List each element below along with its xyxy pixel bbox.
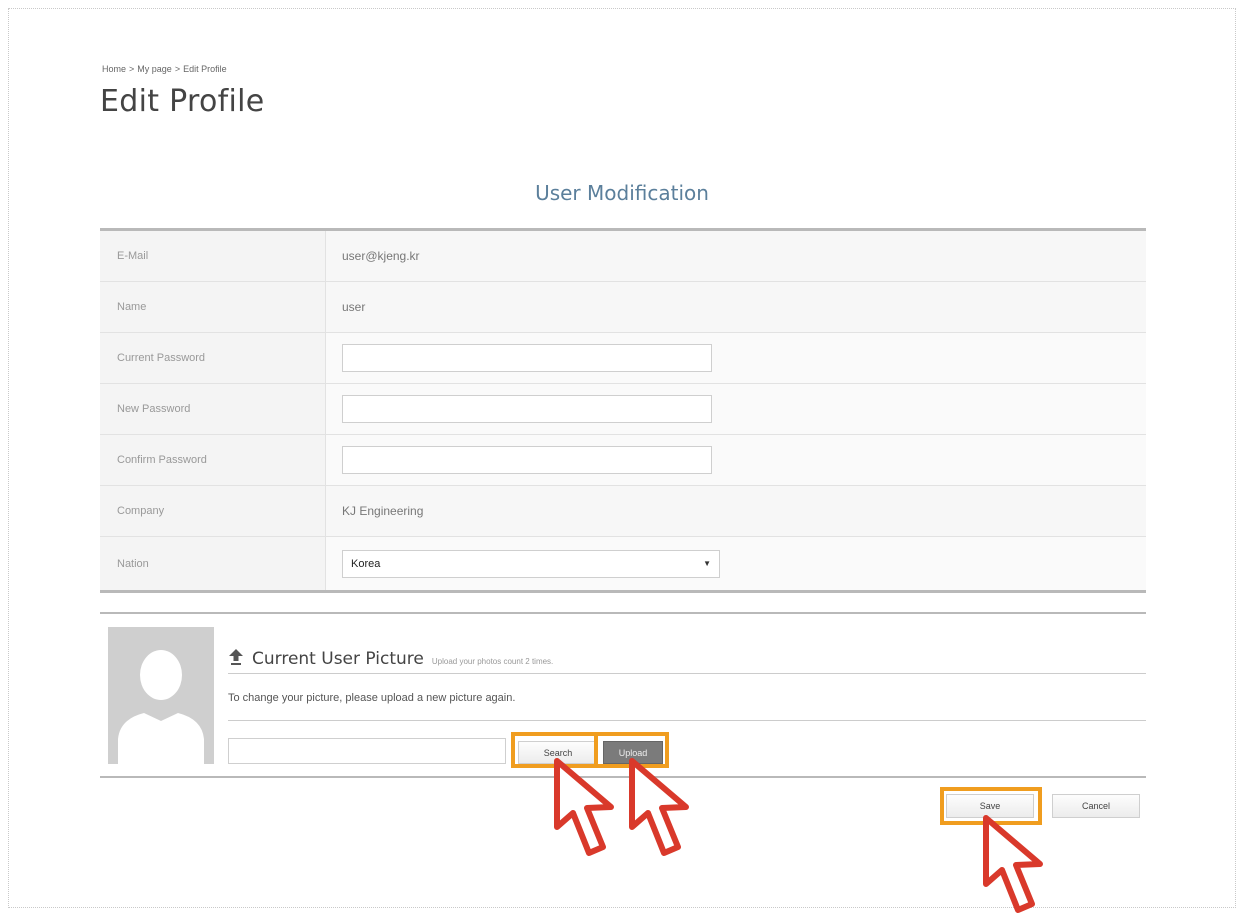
company-label: Company — [100, 486, 326, 536]
user-form: E-Mail user@kjeng.kr Name user Current P… — [100, 228, 1146, 593]
confirm-password-cell — [326, 435, 1146, 485]
page-title: Edit Profile — [100, 84, 265, 119]
nation-label: Nation — [100, 537, 326, 590]
new-password-input[interactable] — [342, 395, 712, 423]
file-path-input[interactable] — [228, 738, 506, 764]
confirm-password-label: Confirm Password — [100, 435, 326, 485]
breadcrumb: Home > My page > Edit Profile — [102, 64, 227, 74]
upload-arrow-icon — [229, 649, 243, 665]
email-row: E-Mail user@kjeng.kr — [100, 231, 1146, 282]
name-value: user — [326, 282, 1146, 332]
company-row: Company KJ Engineering — [100, 486, 1146, 537]
breadcrumb-home[interactable]: Home — [102, 64, 126, 74]
nation-cell: Korea ▼ — [326, 537, 1146, 590]
breadcrumb-my-page[interactable]: My page — [137, 64, 172, 74]
current-password-row: Current Password — [100, 333, 1146, 384]
name-row: Name user — [100, 282, 1146, 333]
picture-instructions: To change your picture, please upload a … — [228, 692, 516, 704]
current-password-input[interactable] — [342, 344, 712, 372]
picture-section: Current User Picture Upload your photos … — [100, 612, 1146, 778]
cancel-button[interactable]: Cancel — [1052, 794, 1140, 818]
dropdown-arrow-icon: ▼ — [703, 559, 711, 568]
breadcrumb-separator: > — [129, 64, 135, 74]
breadcrumb-current: Edit Profile — [183, 64, 227, 74]
confirm-password-input[interactable] — [342, 446, 712, 474]
nation-selected-value: Korea — [351, 557, 381, 570]
picture-title: Current User Picture — [252, 649, 424, 669]
confirm-password-row: Confirm Password — [100, 435, 1146, 486]
nation-select[interactable]: Korea ▼ — [342, 549, 720, 578]
current-password-label: Current Password — [100, 333, 326, 383]
picture-heading: Current User Picture Upload your photos … — [228, 646, 553, 669]
new-password-label: New Password — [100, 384, 326, 434]
divider — [228, 720, 1146, 721]
picture-note: Upload your photos count 2 times. — [431, 657, 554, 666]
nation-row: Nation Korea ▼ — [100, 537, 1146, 590]
mouse-pointer-icon — [629, 758, 689, 856]
mouse-pointer-icon — [983, 815, 1043, 913]
default-avatar-icon — [108, 627, 214, 764]
email-label: E-Mail — [100, 231, 326, 281]
email-value: user@kjeng.kr — [326, 231, 1146, 281]
new-password-row: New Password — [100, 384, 1146, 435]
mouse-pointer-icon — [554, 758, 614, 856]
section-title: User Modification — [535, 181, 709, 205]
current-password-cell — [326, 333, 1146, 383]
company-value: KJ Engineering — [326, 486, 1146, 536]
divider — [228, 673, 1146, 674]
name-label: Name — [100, 282, 326, 332]
breadcrumb-separator: > — [174, 64, 181, 74]
new-password-cell — [326, 384, 1146, 434]
